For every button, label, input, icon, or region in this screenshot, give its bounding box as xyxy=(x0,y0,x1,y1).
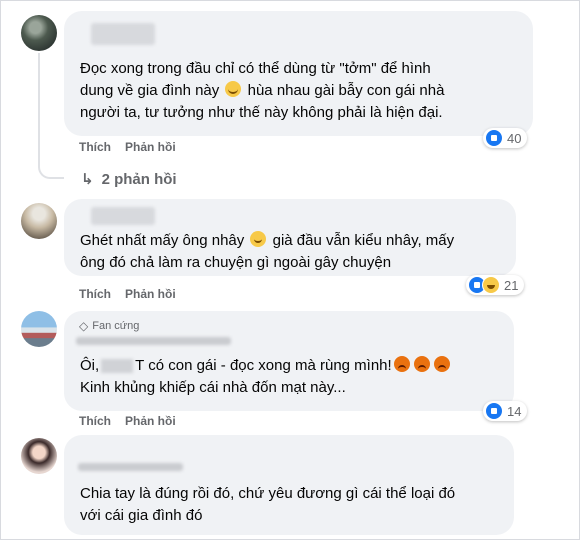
comments-panel: Đọc xong trong đầu chỉ có thể dùng từ "t… xyxy=(0,0,580,540)
reaction-summary[interactable]: 21 xyxy=(466,275,525,295)
like-button[interactable]: Thích xyxy=(79,140,111,154)
hug-emoji-icon xyxy=(225,81,242,97)
smile-emoji-icon xyxy=(250,231,267,247)
redacted-text xyxy=(101,359,134,374)
reply-arrow-icon: ↳ xyxy=(81,171,94,188)
replies-label: 2 phản hồi xyxy=(101,170,177,188)
angry-emoji-icon xyxy=(433,356,450,372)
avatar[interactable] xyxy=(21,438,57,474)
like-button[interactable]: Thích xyxy=(79,414,111,428)
view-replies-link[interactable]: ↳ 2 phản hồi xyxy=(81,170,177,189)
reply-button[interactable]: Phản hồi xyxy=(125,140,176,154)
badge-label: Fan cứng xyxy=(92,320,140,332)
comment-actions: Thích Phản hồi xyxy=(79,414,176,428)
fan-badge: ◇ Fan cứng xyxy=(79,319,139,333)
avatar[interactable] xyxy=(21,203,57,239)
diamond-icon: ◇ xyxy=(79,319,89,333)
comment-bubble: Đọc xong trong đầu chỉ có thể dùng từ "t… xyxy=(64,11,533,136)
comment-text: Chia tay là đúng rồi đó, chứ yêu đương g… xyxy=(80,485,456,524)
angry-emoji-icon xyxy=(393,356,410,372)
reaction-summary[interactable]: 14 xyxy=(483,401,528,421)
commenter-name-redacted[interactable] xyxy=(91,207,155,225)
like-button[interactable]: Thích xyxy=(79,287,111,301)
comment-actions: Thích Phản hồi xyxy=(79,287,176,301)
comment-text: Đọc xong trong đầu chỉ có thể dùng từ "t… xyxy=(80,60,445,121)
comment-actions: Thích Phản hồi xyxy=(79,140,176,154)
commenter-name-redacted[interactable] xyxy=(91,23,155,45)
comment-bubble: Ghét nhất mấy ông nhây già đầu vẫn kiểu … xyxy=(64,199,516,276)
like-reaction-icon xyxy=(485,402,503,420)
like-reaction-icon xyxy=(485,129,503,147)
avatar[interactable] xyxy=(21,311,57,347)
reaction-summary[interactable]: 40 xyxy=(483,128,528,148)
reaction-count: 14 xyxy=(507,403,522,419)
reply-button[interactable]: Phản hồi xyxy=(125,414,176,428)
comment-text: Ôi, T có con gái - đọc xong mà rùng mình!… xyxy=(80,355,452,399)
comment-text: Ghét nhất mấy ông nhây già đầu vẫn kiểu … xyxy=(80,231,455,271)
commenter-name-redacted[interactable] xyxy=(78,463,183,471)
comment-bubble: Chia tay là đúng rồi đó, chứ yêu đương g… xyxy=(64,435,514,535)
haha-reaction-icon xyxy=(482,276,500,294)
reply-button[interactable]: Phản hồi xyxy=(125,287,176,301)
avatar[interactable] xyxy=(21,15,57,51)
comment-bubble: ◇ Fan cứng Ôi, T có con gái - đọc xong mà… xyxy=(64,311,514,411)
reaction-count: 21 xyxy=(504,277,519,293)
reply-thread-line xyxy=(38,53,64,179)
angry-emoji-icon xyxy=(413,356,430,372)
reaction-count: 40 xyxy=(507,130,522,146)
commenter-name-redacted[interactable] xyxy=(76,337,231,345)
